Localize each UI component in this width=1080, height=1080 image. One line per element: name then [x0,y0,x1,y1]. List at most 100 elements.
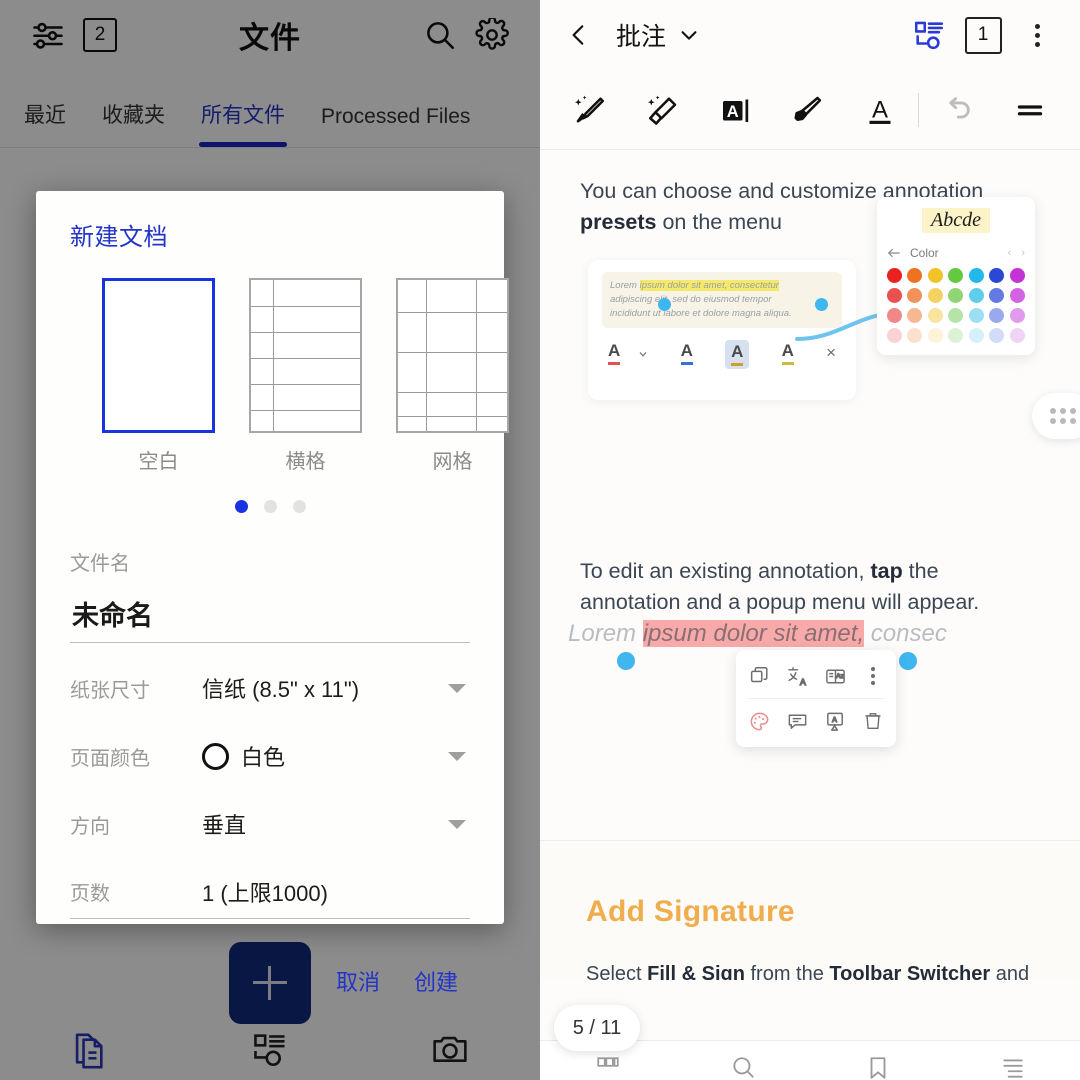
dictionary-icon[interactable]: Az [816,656,854,696]
orientation-field[interactable]: 方向 垂直 [70,801,470,847]
color-swatch-3-3[interactable] [948,328,964,343]
preset-strikeout[interactable]: A [608,341,621,368]
tab-processed-files[interactable]: Processed Files [303,105,488,147]
color-swatch-1-6[interactable] [1009,288,1025,303]
color-swatch-2-6[interactable] [1009,308,1025,323]
ai-eraser-icon[interactable] [626,92,698,128]
list-icon[interactable] [945,1055,1080,1080]
selection-count-label: 2 [83,18,117,52]
ai-pen-icon[interactable] [554,92,626,128]
page-count-input[interactable]: 1 (上限1000) [202,876,328,908]
color-swatch-0-5[interactable] [989,268,1005,283]
chevron-left-icon[interactable] [556,19,602,51]
template-option-grid[interactable]: 网格 [396,278,509,474]
kebab-menu-icon[interactable] [854,656,892,696]
color-swatch-0-6[interactable] [1009,268,1025,283]
search-icon[interactable] [414,9,466,61]
tab-favorites-label: 收藏夹 [102,104,165,127]
color-swatch-2-3[interactable] [948,308,964,323]
page-color-value: 白色 [241,745,286,770]
color-swatch-0-2[interactable] [927,268,943,283]
page-count-field[interactable]: 页数 1 (上限1000) [70,873,470,919]
chevron-down-icon[interactable] [448,683,466,693]
template-option-lined[interactable]: 横格 [249,278,362,474]
color-swatch-0-3[interactable] [948,268,964,283]
equals-menu-icon[interactable] [994,92,1066,128]
toolbar-switcher[interactable]: 批注 [616,17,700,53]
kebab-menu-icon[interactable] [1010,23,1064,47]
highlight-pink-span[interactable]: ipsum dolor sit amet, [642,620,865,647]
preset-highlight-glyph: A [731,342,744,361]
grid-dots-icon[interactable] [1032,393,1080,439]
copy-icon[interactable] [740,656,778,696]
color-swatch-1-1[interactable] [907,288,923,303]
color-swatch-1-3[interactable] [948,288,964,303]
color-swatch-3-5[interactable] [989,328,1005,343]
undo-icon[interactable] [921,93,993,127]
translate-icon[interactable]: A [778,656,816,696]
pager-dot-3[interactable] [292,500,306,513]
gear-icon[interactable] [466,9,518,61]
color-swatch-3-6[interactable] [1009,328,1025,343]
color-swatch-1-5[interactable] [989,288,1005,303]
color-swatch-3-2[interactable] [927,328,943,343]
color-swatch-1-4[interactable] [968,288,984,303]
create-button[interactable]: 创建 [414,965,458,997]
thumbnails-icon[interactable] [540,1055,675,1080]
selection-handle-end[interactable] [899,652,917,670]
close-icon[interactable]: × [826,343,836,366]
pager-dot-1[interactable] [234,500,248,513]
color-swatch-2-5[interactable] [989,308,1005,323]
tab-recent[interactable]: 最近 [6,99,84,147]
text-box-icon[interactable]: A [699,92,771,128]
color-swatch-3-1[interactable] [907,328,923,343]
chevron-down-icon[interactable] [448,751,466,761]
page-color-field[interactable]: 页面颜色 白色 [70,733,470,779]
color-swatch-2-4[interactable] [968,308,984,323]
color-swatch-1-0[interactable] [887,288,902,303]
arrow-left-icon[interactable] [887,247,901,259]
preset-highlight-selected[interactable]: A [725,340,750,369]
chevron-down-icon[interactable] [448,819,466,829]
prev-arrow-icon[interactable]: ‹ [1008,247,1012,259]
next-arrow-icon[interactable]: › [1021,247,1025,259]
comment-icon[interactable] [778,701,816,741]
color-swatch-0-1[interactable] [907,268,923,283]
color-popup-pager[interactable]: ‹ › [1008,247,1025,259]
color-swatch-3-4[interactable] [968,328,984,343]
text-annotation-icon[interactable]: A [816,701,854,741]
selection-count-badge[interactable]: 2 [74,9,126,61]
color-swatch-2-1[interactable] [907,308,923,323]
cancel-button[interactable]: 取消 [336,965,380,997]
page-number-badge[interactable]: 1 [956,16,1010,54]
paper-size-field[interactable]: 纸张尺寸 信纸 (8.5" x 11") [70,665,470,711]
preset-underline[interactable]: A [680,341,693,368]
sidebar-item-tools[interactable] [180,1024,360,1080]
color-swatch-1-2[interactable] [927,288,943,303]
selection-handle-start[interactable] [617,652,635,670]
search-icon[interactable] [675,1055,810,1080]
page-indicator-pill[interactable]: 5 / 11 [554,1005,640,1051]
selection-handle-start[interactable] [658,298,671,311]
color-swatch-3-0[interactable] [887,328,902,343]
pager-dot-2[interactable] [263,500,277,513]
template-option-blank[interactable]: 空白 [102,278,215,474]
delete-icon[interactable] [854,701,892,741]
color-swatch-0-0[interactable] [887,268,902,283]
chevron-down-icon[interactable] [638,349,648,359]
bookmark-icon[interactable] [810,1055,945,1080]
tab-favorites[interactable]: 收藏夹 [84,99,183,147]
preset-squiggly[interactable]: A [781,341,794,368]
color-swatch-2-2[interactable] [927,308,943,323]
page-organize-icon[interactable] [902,18,956,52]
color-swatch-0-4[interactable] [968,268,984,283]
highlighter-icon[interactable] [771,92,843,128]
sliders-icon[interactable] [22,9,74,61]
palette-icon[interactable] [740,701,778,741]
sidebar-item-camera[interactable] [360,1024,540,1080]
tab-all-files[interactable]: 所有文件 [183,99,303,147]
sidebar-item-documents[interactable] [0,1024,180,1080]
filename-input[interactable]: 未命名 [70,584,470,643]
underline-text-icon[interactable]: A [844,92,916,128]
color-swatch-2-0[interactable] [887,308,902,323]
